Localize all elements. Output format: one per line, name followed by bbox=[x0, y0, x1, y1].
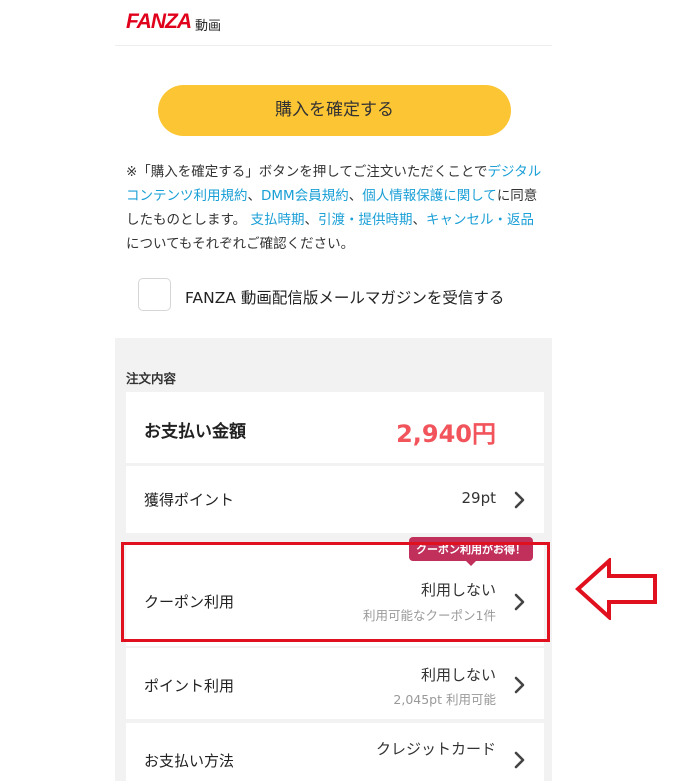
annotation-arrow-left-icon bbox=[575, 558, 657, 620]
coupon-highlight-box bbox=[121, 542, 550, 642]
link-dmm-member-terms[interactable]: DMM会員規約 bbox=[261, 188, 349, 204]
confirm-purchase-button[interactable]: 購入を確定する bbox=[158, 85, 511, 136]
link-payment-timing[interactable]: 支払時期 bbox=[250, 212, 304, 228]
payment-method-label: お支払い方法 bbox=[144, 752, 235, 770]
logo-subtitle: 動画 bbox=[195, 19, 222, 34]
payment-method-value: クレジットカード bbox=[375, 740, 496, 758]
earned-points-row[interactable]: 獲得ポイント 29pt bbox=[126, 466, 544, 533]
payment-total-label: お支払い金額 bbox=[144, 422, 246, 442]
notice-text-3: についてもそれぞれご確認ください。 bbox=[126, 236, 355, 252]
chevron-right-icon bbox=[514, 491, 525, 509]
earned-points-label: 獲得ポイント bbox=[144, 491, 235, 509]
fanza-logo[interactable]: FANZA bbox=[126, 10, 192, 34]
point-use-label: ポイント利用 bbox=[144, 677, 235, 695]
notice-text-1: ※「購入を確定する」ボタンを押してご注文いただくことで bbox=[126, 164, 488, 180]
notice-sep-3: 、 bbox=[304, 212, 318, 228]
terms-notice: ※「購入を確定する」ボタンを押してご注文いただくことでデジタルコンテンツ利用規約… bbox=[126, 160, 546, 256]
point-use-row[interactable]: ポイント利用 利用しない 2,045pt 利用可能 bbox=[126, 648, 544, 719]
point-use-value: 利用しない bbox=[420, 666, 496, 684]
earned-points-value: 29pt bbox=[461, 489, 497, 507]
link-cancel-return[interactable]: キャンセル・返品 bbox=[426, 212, 534, 228]
payment-method-row[interactable]: お支払い方法 クレジットカード bbox=[126, 723, 544, 781]
newsletter-label[interactable]: FANZA 動画配信版メールマガジンを受信する bbox=[185, 286, 504, 308]
notice-sep-4: 、 bbox=[412, 212, 426, 228]
page: FANZA 動画 購入を確定する ※「購入を確定する」ボタンを押してご注文いただ… bbox=[0, 0, 679, 781]
point-use-available: 2,045pt 利用可能 bbox=[393, 692, 496, 707]
chevron-right-icon bbox=[514, 676, 525, 694]
link-delivery-timing[interactable]: 引渡・提供時期 bbox=[318, 212, 413, 228]
notice-sep-2: 、 bbox=[348, 188, 363, 204]
order-section-title: 注文内容 bbox=[126, 371, 177, 386]
chevron-right-icon bbox=[514, 751, 525, 769]
link-privacy-policy[interactable]: 個人情報保護に関して bbox=[362, 188, 497, 204]
payment-total-card: お支払い金額 2,940円 bbox=[126, 392, 544, 463]
newsletter-checkbox[interactable] bbox=[138, 278, 171, 311]
header: FANZA 動画 bbox=[115, 0, 552, 46]
notice-sep-1: 、 bbox=[247, 188, 262, 204]
payment-total-amount: 2,940円 bbox=[396, 420, 496, 448]
